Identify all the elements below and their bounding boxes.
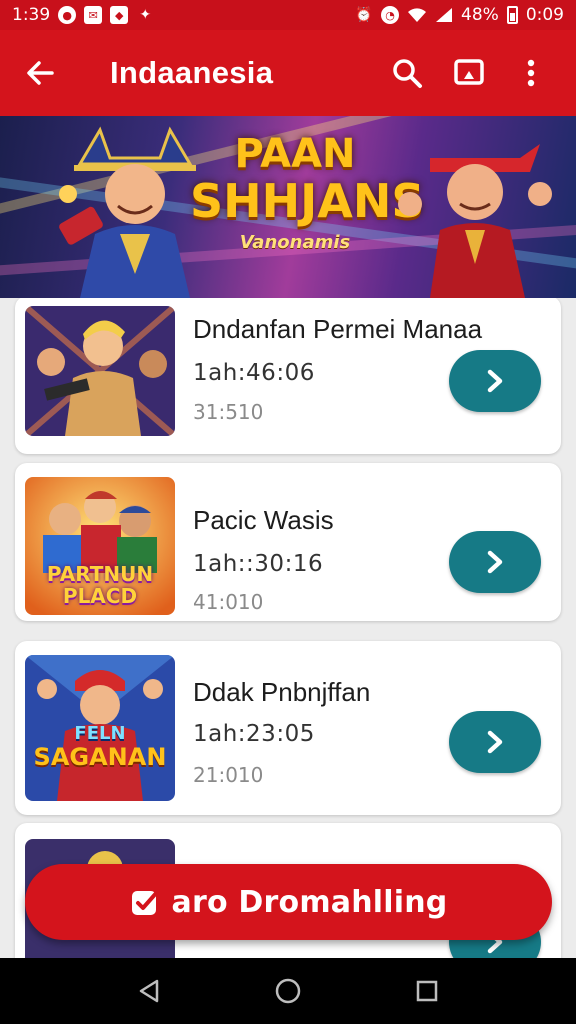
list-item[interactable]: FELN SAGANAN Ddak Pnbnjffan 1ah:23:05 21… bbox=[15, 641, 561, 815]
episode-duration: 1ah:23:05 bbox=[193, 721, 315, 747]
page-title: Indaanesia bbox=[110, 55, 274, 90]
search-button[interactable] bbox=[376, 47, 438, 99]
episode-title: Ddak Pnbnjffan bbox=[193, 677, 371, 707]
chevron-right-icon bbox=[487, 550, 503, 574]
square-recents-icon bbox=[416, 980, 437, 1002]
signal-icon bbox=[436, 8, 453, 22]
mail-icon: ✉ bbox=[84, 6, 103, 24]
episode-subtitle: 21:010 bbox=[193, 763, 264, 787]
play-button[interactable] bbox=[449, 350, 541, 412]
list-item[interactable]: PARTNUN PLACD Pacic Wasis 1ah::30:16 41:… bbox=[15, 463, 561, 621]
download-button-label: aro Dromahlling bbox=[171, 884, 448, 920]
search-icon bbox=[393, 59, 422, 88]
banner-title-line2: SHHJANS bbox=[190, 174, 425, 228]
circle-home-icon bbox=[275, 978, 301, 1004]
banner-subtitle: Vanonamis bbox=[239, 232, 351, 253]
thumbnail-text-line2: SAGANAN bbox=[33, 743, 167, 771]
list-item[interactable]: Dndanfan Permei Manaa 1ah:46:06 31:510 bbox=[15, 298, 561, 454]
system-nav-bar bbox=[0, 958, 576, 1024]
thumbnail-image bbox=[25, 306, 175, 436]
battery-percent: 48% bbox=[461, 5, 499, 25]
episode-list[interactable]: Dndanfan Permei Manaa 1ah:46:06 31:510 P… bbox=[0, 298, 576, 958]
episode-title: Dndanfan Permei Manaa bbox=[193, 314, 483, 344]
nav-recents-button[interactable] bbox=[399, 963, 455, 1019]
banner-hero-right-image bbox=[398, 144, 552, 298]
episode-thumbnail bbox=[25, 306, 175, 436]
episode-subtitle: 41:010 bbox=[193, 590, 264, 614]
thumbnail-text-line1: FELN bbox=[74, 723, 126, 744]
app-bar: Indaanesia bbox=[0, 30, 576, 116]
thumbnail-text: PARTNUN PLACD bbox=[46, 562, 154, 608]
play-button[interactable] bbox=[449, 531, 541, 593]
status-time: 1:39 bbox=[12, 5, 51, 25]
circle-icon: ● bbox=[58, 6, 77, 24]
arrow-left-icon bbox=[27, 61, 54, 85]
more-vert-icon bbox=[527, 59, 535, 87]
banner-title: PAAN SHHJANS Vanonamis bbox=[190, 131, 425, 253]
episode-thumbnail: PARTNUN PLACD bbox=[25, 477, 175, 615]
episode-title: Pacic Wasis bbox=[193, 505, 334, 535]
download-button[interactable]: aro Dromahlling bbox=[25, 864, 552, 940]
status-bar: 1:39 ● ✉ ◆ ✦ ⏰ ◔ 48% 0:09 bbox=[0, 0, 576, 30]
nav-home-button[interactable] bbox=[260, 963, 316, 1019]
hero-banner[interactable]: PAAN SHHJANS Vanonamis bbox=[0, 116, 576, 298]
alarm-icon: ⏰ bbox=[355, 7, 373, 23]
chevron-right-icon bbox=[487, 730, 503, 754]
episode-thumbnail: FELN SAGANAN bbox=[25, 655, 175, 801]
bolt-icon: ✦ bbox=[139, 7, 152, 23]
status-clock: 0:09 bbox=[525, 5, 564, 25]
more-options-button[interactable] bbox=[500, 47, 562, 99]
timer-icon: ◔ bbox=[381, 6, 400, 24]
battery-icon bbox=[506, 6, 518, 24]
chevron-right-icon bbox=[487, 369, 503, 393]
shield-icon: ◆ bbox=[110, 6, 129, 24]
triangle-back-icon bbox=[140, 979, 159, 1003]
cast-button[interactable] bbox=[438, 47, 500, 99]
cast-icon bbox=[454, 59, 484, 85]
play-button[interactable] bbox=[449, 711, 541, 773]
status-right: ⏰ ◔ 48% 0:09 bbox=[355, 5, 564, 25]
episode-duration: 1ah::30:16 bbox=[193, 551, 324, 577]
nav-back-button[interactable] bbox=[121, 963, 177, 1019]
wifi-icon bbox=[408, 8, 427, 22]
banner-title-line1: PAAN bbox=[234, 131, 356, 177]
status-left: 1:39 ● ✉ ◆ ✦ bbox=[12, 5, 154, 25]
back-button[interactable] bbox=[14, 47, 66, 99]
episode-duration: 1ah:46:06 bbox=[193, 360, 315, 386]
check-badge-icon bbox=[131, 889, 160, 915]
episode-subtitle: 31:510 bbox=[193, 400, 264, 424]
